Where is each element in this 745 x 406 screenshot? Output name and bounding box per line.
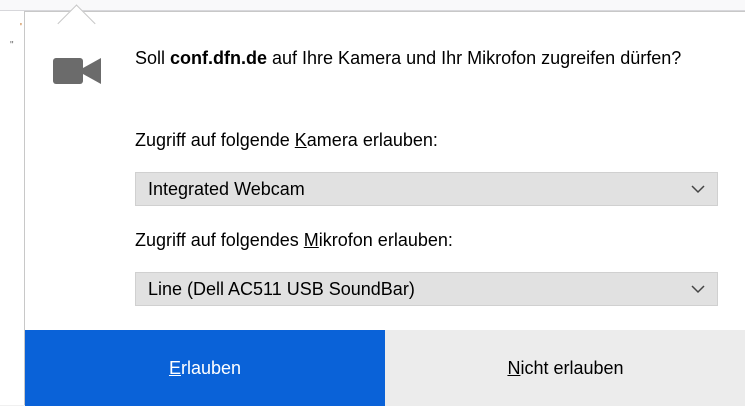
camera-select-value: Integrated Webcam xyxy=(148,179,305,199)
popup-footer: Erlauben Nicht erlauben xyxy=(25,330,745,406)
camera-label-accesskey: K xyxy=(294,130,307,150)
message-prefix: Soll xyxy=(135,48,171,68)
camera-select-label: Zugriff auf folgende Kamera erlauben: xyxy=(135,130,438,151)
permission-popup: Soll conf.dfn.de auf Ihre Kamera und Ihr… xyxy=(24,4,745,406)
camera-label-text: Zugriff auf folgende xyxy=(135,130,295,150)
mic-label-text-end: ikrofon erlauben: xyxy=(318,230,453,250)
deny-button[interactable]: Nicht erlauben xyxy=(385,330,745,406)
deny-label: icht erlauben xyxy=(520,358,624,378)
camera-label-text-end: amera erlauben: xyxy=(306,130,438,150)
site-domain: conf.dfn.de xyxy=(170,48,268,68)
popup-arrow xyxy=(57,4,96,43)
microphone-select[interactable]: Line (Dell AC511 USB SoundBar) xyxy=(135,272,718,306)
chevron-down-icon xyxy=(691,185,705,194)
allow-button[interactable]: Erlauben xyxy=(25,330,385,406)
background-page-column xyxy=(0,11,24,405)
camera-select[interactable]: Integrated Webcam xyxy=(135,172,718,206)
allow-accesskey: E xyxy=(168,358,181,378)
microphone-select-label: Zugriff auf folgendes Mikrofon erlauben: xyxy=(135,230,453,251)
allow-label: rlauben xyxy=(180,358,242,378)
message-suffix: auf Ihre Kamera und Ihr Mikrofon zugreif… xyxy=(267,48,682,68)
background-text-fragment: ' xyxy=(20,22,22,33)
microphone-select-value: Line (Dell AC511 USB SoundBar) xyxy=(148,279,415,299)
background-text-fragment: " xyxy=(10,40,14,51)
mic-label-text: Zugriff auf folgendes xyxy=(135,230,304,250)
deny-accesskey: N xyxy=(507,358,521,378)
mic-label-accesskey: M xyxy=(303,230,319,250)
chevron-down-icon xyxy=(691,285,705,294)
camera-icon xyxy=(53,58,101,84)
permission-message: Soll conf.dfn.de auf Ihre Kamera und Ihr… xyxy=(135,46,695,71)
